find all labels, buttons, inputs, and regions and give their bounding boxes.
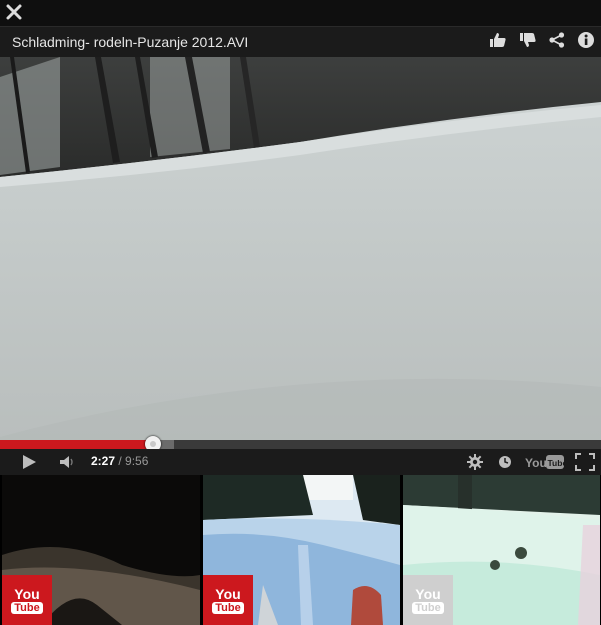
gear-icon[interactable] <box>466 453 484 476</box>
youtube-badge: You Tube <box>203 575 253 625</box>
current-time: 2:27 <box>91 454 116 468</box>
youtube-badge-you: You <box>215 585 241 602</box>
time-separator: / <box>115 454 126 468</box>
share-icon[interactable] <box>549 31 565 53</box>
player-controls: 2:27 / 9:56 You Tube <box>0 449 601 475</box>
info-icon[interactable] <box>577 31 595 54</box>
youtube-badge-you: You <box>415 585 441 602</box>
thumb-up-icon[interactable] <box>489 32 507 53</box>
thumb-down-icon[interactable] <box>519 32 537 53</box>
youtube-badge-tube: Tube <box>11 601 43 614</box>
play-icon[interactable] <box>20 453 38 476</box>
progress-played <box>0 440 154 449</box>
related-videos: You Tube You Tube You Tube <box>0 475 601 625</box>
window-top-bar <box>0 0 601 26</box>
related-video-thumbnail[interactable]: You Tube <box>2 475 200 625</box>
youtube-badge-tube: Tube <box>412 601 444 614</box>
time-display: 2:27 / 9:56 <box>91 454 148 468</box>
related-video-thumbnail[interactable]: You Tube <box>203 475 400 625</box>
video-snow-scene <box>0 57 601 440</box>
youtube-badge-tube: Tube <box>212 601 244 614</box>
youtube-badge-you: You <box>14 585 40 602</box>
progress-bar[interactable] <box>0 436 601 452</box>
youtube-badge: You Tube <box>2 575 52 625</box>
svg-text:You: You <box>525 456 547 470</box>
close-icon[interactable] <box>4 2 24 22</box>
related-video-thumbnail[interactable]: You Tube <box>403 475 600 625</box>
video-title[interactable]: Schladming- rodeln-Puzanje 2012.AVI <box>12 34 248 50</box>
volume-icon[interactable] <box>58 453 76 476</box>
youtube-badge: You Tube <box>403 575 453 625</box>
video-frame[interactable] <box>0 57 601 440</box>
video-title-bar: Schladming- rodeln-Puzanje 2012.AVI <box>0 26 601 57</box>
fullscreen-icon[interactable] <box>575 453 595 476</box>
svg-text:Tube: Tube <box>548 458 566 468</box>
duration: 9:56 <box>125 454 149 468</box>
watch-later-icon[interactable] <box>497 453 513 476</box>
youtube-logo-icon[interactable]: You Tube <box>525 452 567 477</box>
